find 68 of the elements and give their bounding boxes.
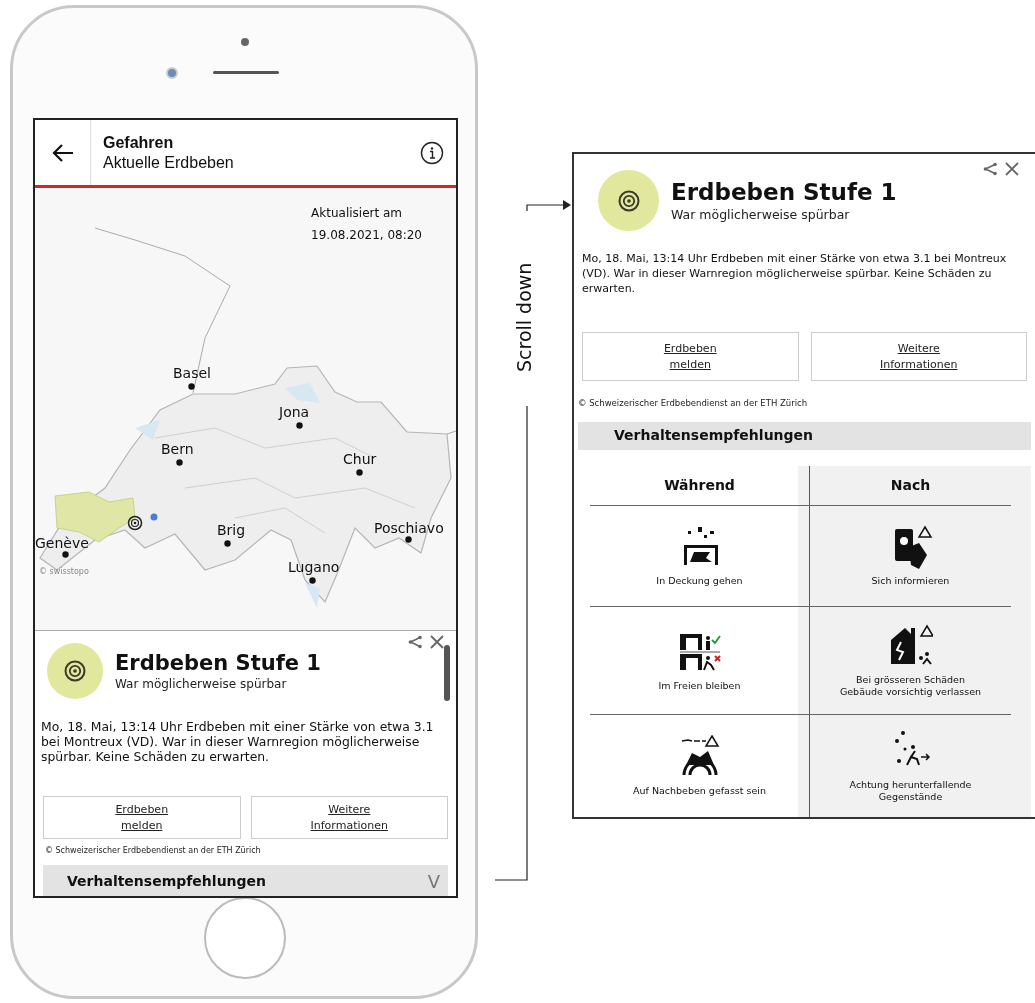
back-arrow-icon	[51, 143, 74, 162]
close-icon[interactable]	[1005, 162, 1019, 176]
epicenter-icon	[127, 515, 143, 531]
city-label: Poschiavo	[374, 521, 444, 535]
share-icon[interactable]	[408, 635, 422, 649]
alert-description: Mo, 18. Mai, 13:14 Uhr Erdbeben mit einer Stärke von etwa 3.1 bei Montreux (VD). War in dieser Warnregion möglicherweise spürbar. Keine Schäden zu erwarten.	[581, 251, 1008, 297]
alert-title: Erdbeben Stufe 1	[115, 650, 321, 677]
recommendation-label: In Deckung gehen	[655, 575, 744, 587]
recommendation-label: Sich informieren	[870, 575, 951, 587]
column-header: Während	[664, 476, 735, 495]
alert-subtitle: War möglicherweise spürbar	[671, 207, 851, 223]
update-timestamp: 19.08.2021, 08:20	[311, 227, 422, 244]
damaged-house-icon	[890, 624, 933, 665]
city-label: Chur	[343, 452, 377, 466]
target-icon	[617, 189, 640, 212]
header-subtitle: Aktuelle Erdbeben	[103, 152, 235, 173]
city-dot-icon	[62, 551, 69, 558]
phone-info-icon	[894, 525, 932, 569]
city-dot-icon	[405, 536, 412, 543]
link-button[interactable]: Erdbeben melden	[43, 796, 241, 839]
city-label: Basel	[173, 366, 211, 380]
close-icon[interactable]	[430, 635, 444, 649]
section-title: Verhaltensempfehlungen	[67, 872, 267, 891]
city-label: Brig	[217, 523, 246, 537]
source-credit: © Schweizerischer Erdbebendienst an der ETH Zürich	[577, 397, 809, 410]
city-dot-icon	[176, 459, 183, 466]
city-dot-icon	[356, 469, 363, 476]
scroll-down-label: Scroll down	[512, 261, 536, 375]
falling-objects-icon	[894, 731, 930, 766]
header-title: Gefahren	[103, 132, 175, 153]
section-header[interactable]: Verhaltensempfehlungen V	[43, 865, 448, 896]
alert-subtitle: War möglicherweise spürbar	[115, 676, 288, 692]
column-header: Nach	[890, 476, 931, 495]
section-header[interactable]: Verhaltensempfehlungen	[578, 421, 1031, 450]
city-label: Genève	[35, 536, 89, 550]
location-dot-icon	[150, 513, 158, 521]
share-icon[interactable]	[983, 162, 997, 176]
map-attribution: © swisstopo	[39, 566, 89, 578]
info-icon[interactable]	[420, 140, 444, 165]
recommendation-label: Im Freien bleiben	[657, 679, 742, 692]
stay-outside-icon	[679, 633, 721, 671]
scrollbar-thumb[interactable]	[444, 645, 450, 701]
expand-toggle[interactable]: V	[427, 868, 440, 895]
camera-lens	[166, 67, 178, 79]
taking-cover-icon	[683, 527, 718, 565]
alert-description: Mo, 18. Mai, 13:14 Uhr Erdbeben mit einer Stärke von etwa 3.1 bei Montreux (VD). War in dieser Warnregion möglicherweise spürbar. Keine Schäden zu erwarten.	[40, 718, 435, 766]
map[interactable]: Basel Jona Bern Chur Brig Poschiavo Lugano Genève Aktualisiert am 19.08.2021, 08:20 © swisstopo	[35, 188, 456, 630]
aftershock-icon	[680, 735, 719, 776]
city-label: Bern	[161, 442, 194, 456]
update-label: Aktualisiert am	[311, 205, 404, 222]
recommendation-label: Achtung herunterfallende Gegenstände	[848, 779, 973, 803]
alert-title: Erdbeben Stufe 1	[671, 178, 897, 208]
speaker-slot	[213, 71, 279, 74]
source-credit: © Schweizerischer Erdbebendienst an der ETH Zürich	[44, 845, 262, 857]
city-dot-icon	[309, 577, 316, 584]
city-dot-icon	[224, 540, 231, 547]
city-label: Jona	[279, 405, 310, 419]
link-button[interactable]: Weitere Informationen	[250, 796, 448, 839]
city-dot-icon	[296, 422, 303, 429]
city-dot-icon	[188, 383, 195, 390]
link-button[interactable]: Weitere Informationen	[810, 332, 1027, 381]
pointer-arrow	[526, 200, 571, 212]
link-button[interactable]: Erdbeben melden	[582, 332, 799, 381]
section-title: Verhaltensempfehlungen	[614, 426, 814, 446]
city-label: Lugano	[288, 560, 340, 574]
recommendation-label: Bei grösseren Schäden Gebäude vorsichtig verlassen	[838, 673, 983, 698]
recommendation-label: Auf Nachbeben gefasst sein	[632, 785, 767, 797]
target-icon	[64, 660, 86, 682]
